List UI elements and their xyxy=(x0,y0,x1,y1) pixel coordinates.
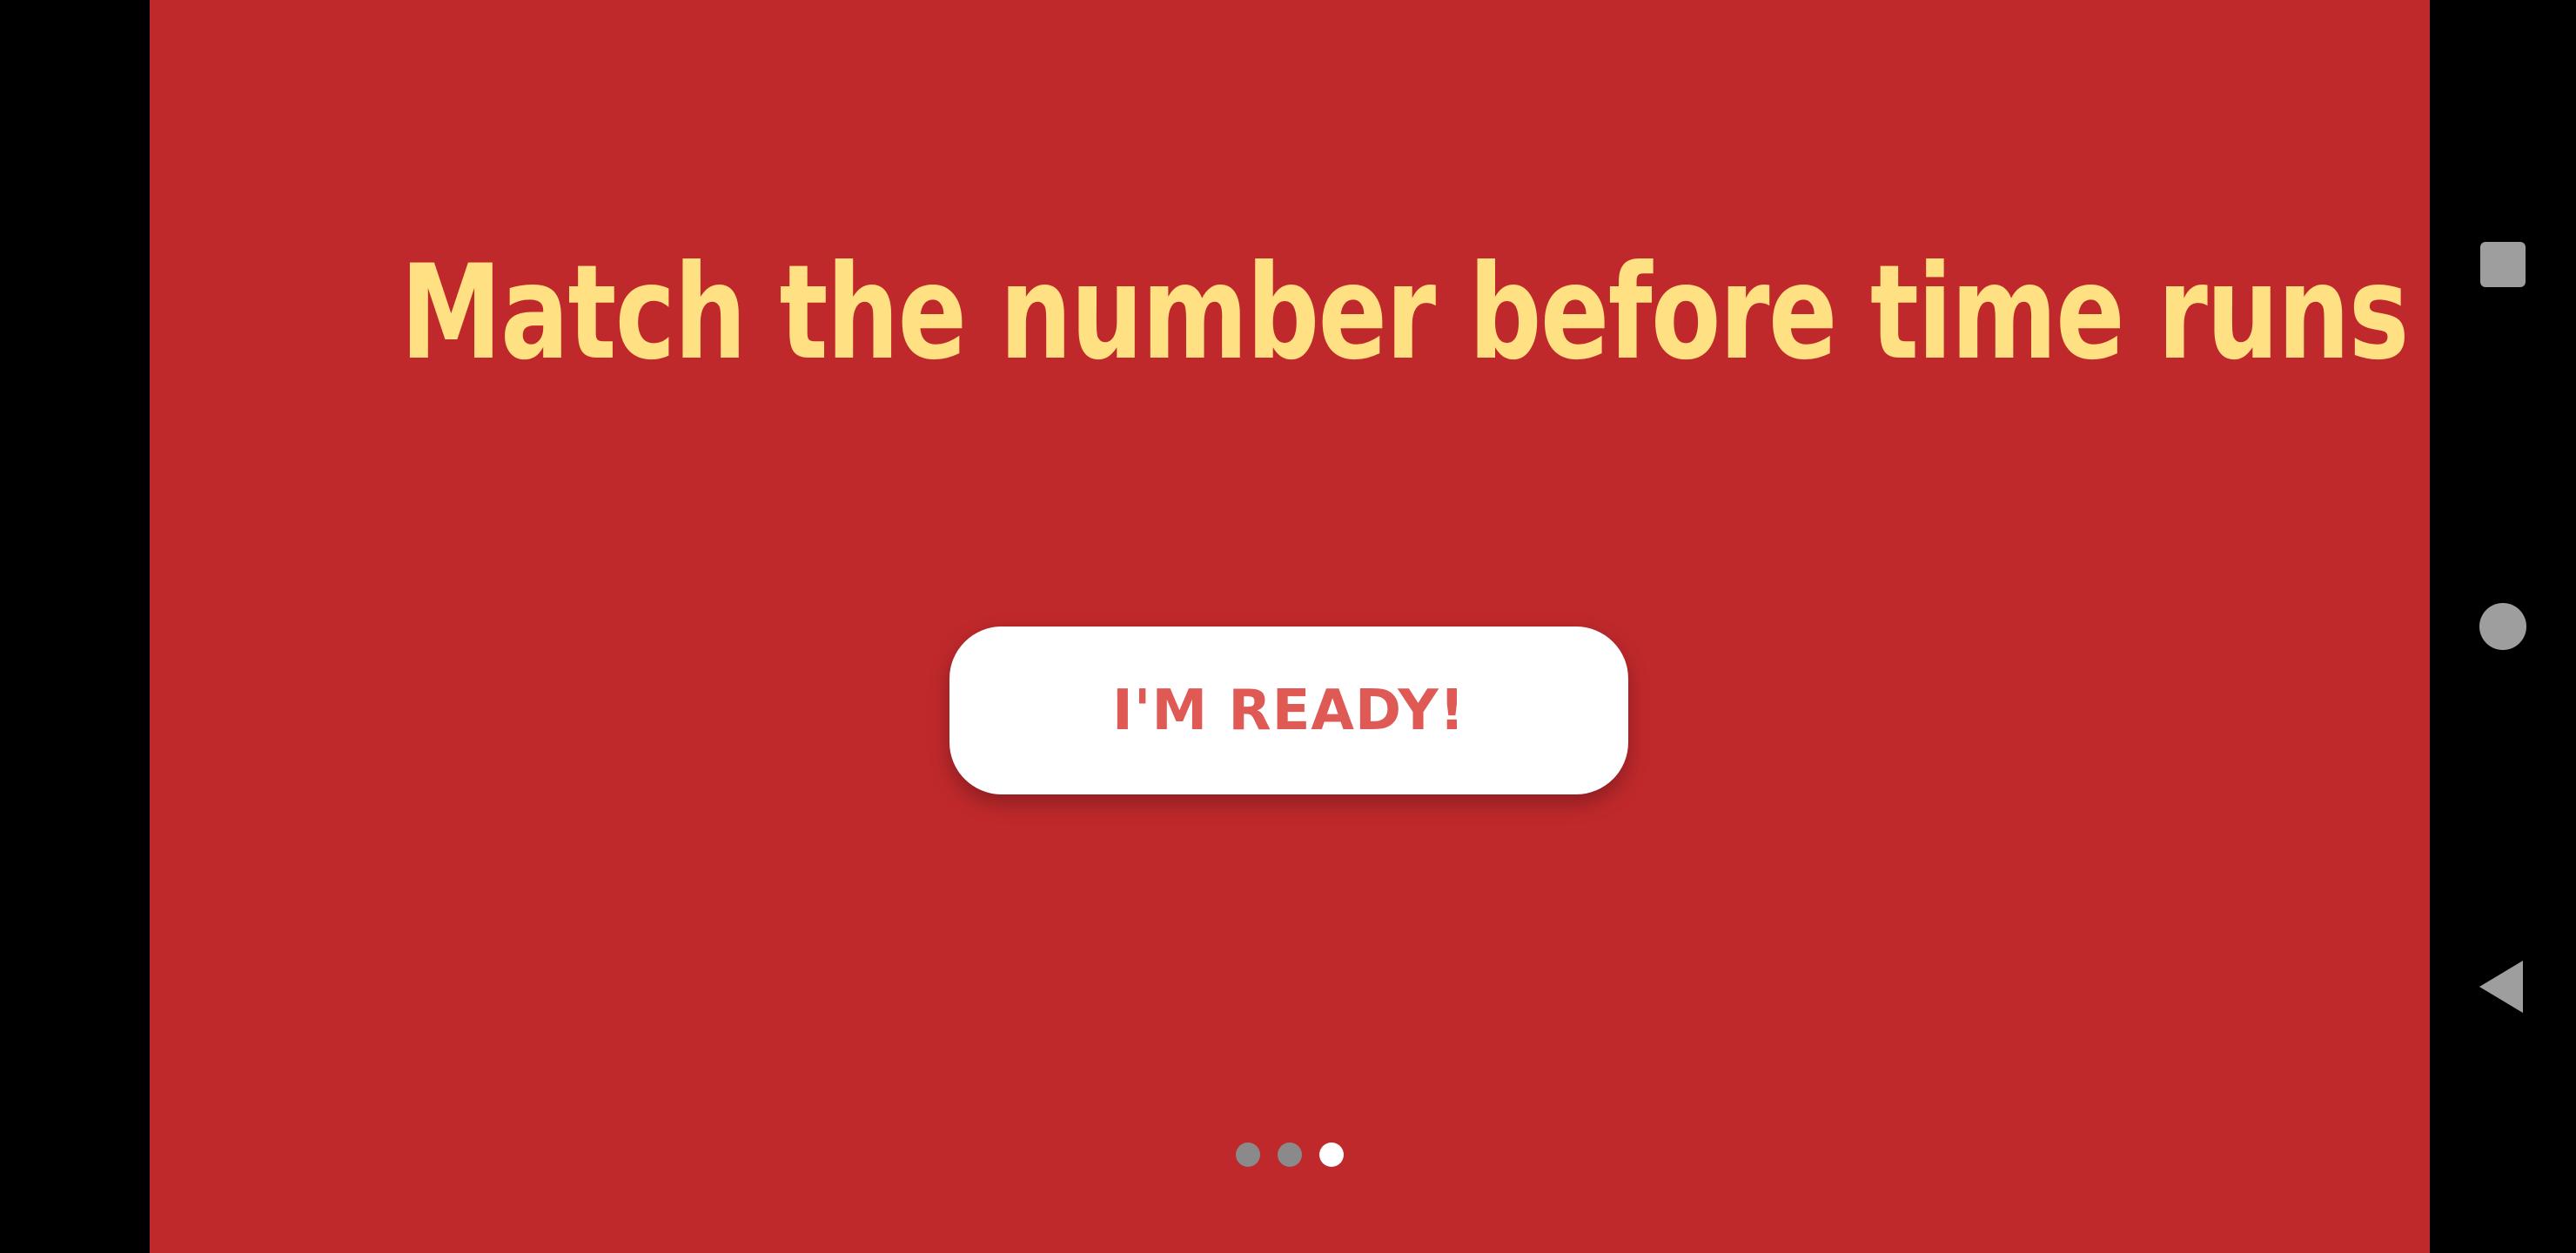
back-button[interactable] xyxy=(2430,950,2576,1023)
left-letterbox xyxy=(0,0,150,1253)
page-indicator xyxy=(150,1142,2430,1167)
page-indicator-dot-1 xyxy=(1236,1142,1260,1167)
headline-text: Match the number before time runs out! xyxy=(400,238,2576,389)
recent-apps-button[interactable] xyxy=(2430,228,2576,301)
im-ready-button-label: I'M READY! xyxy=(1112,678,1466,743)
home-button[interactable] xyxy=(2430,590,2576,663)
im-ready-button[interactable]: I'M READY! xyxy=(949,626,1628,794)
onboarding-page: Match the number before time runs out! I… xyxy=(150,0,2576,1253)
system-navigation-bar xyxy=(2430,0,2576,1253)
triangle-back-icon xyxy=(2479,961,2523,1013)
device-screen: Match the number before time runs out! I… xyxy=(0,0,2576,1253)
circle-home-icon xyxy=(2479,603,2526,650)
page-indicator-dot-2 xyxy=(1278,1142,1302,1167)
square-recent-apps-icon xyxy=(2480,242,2526,287)
page-indicator-dot-3-active xyxy=(1319,1142,1344,1167)
